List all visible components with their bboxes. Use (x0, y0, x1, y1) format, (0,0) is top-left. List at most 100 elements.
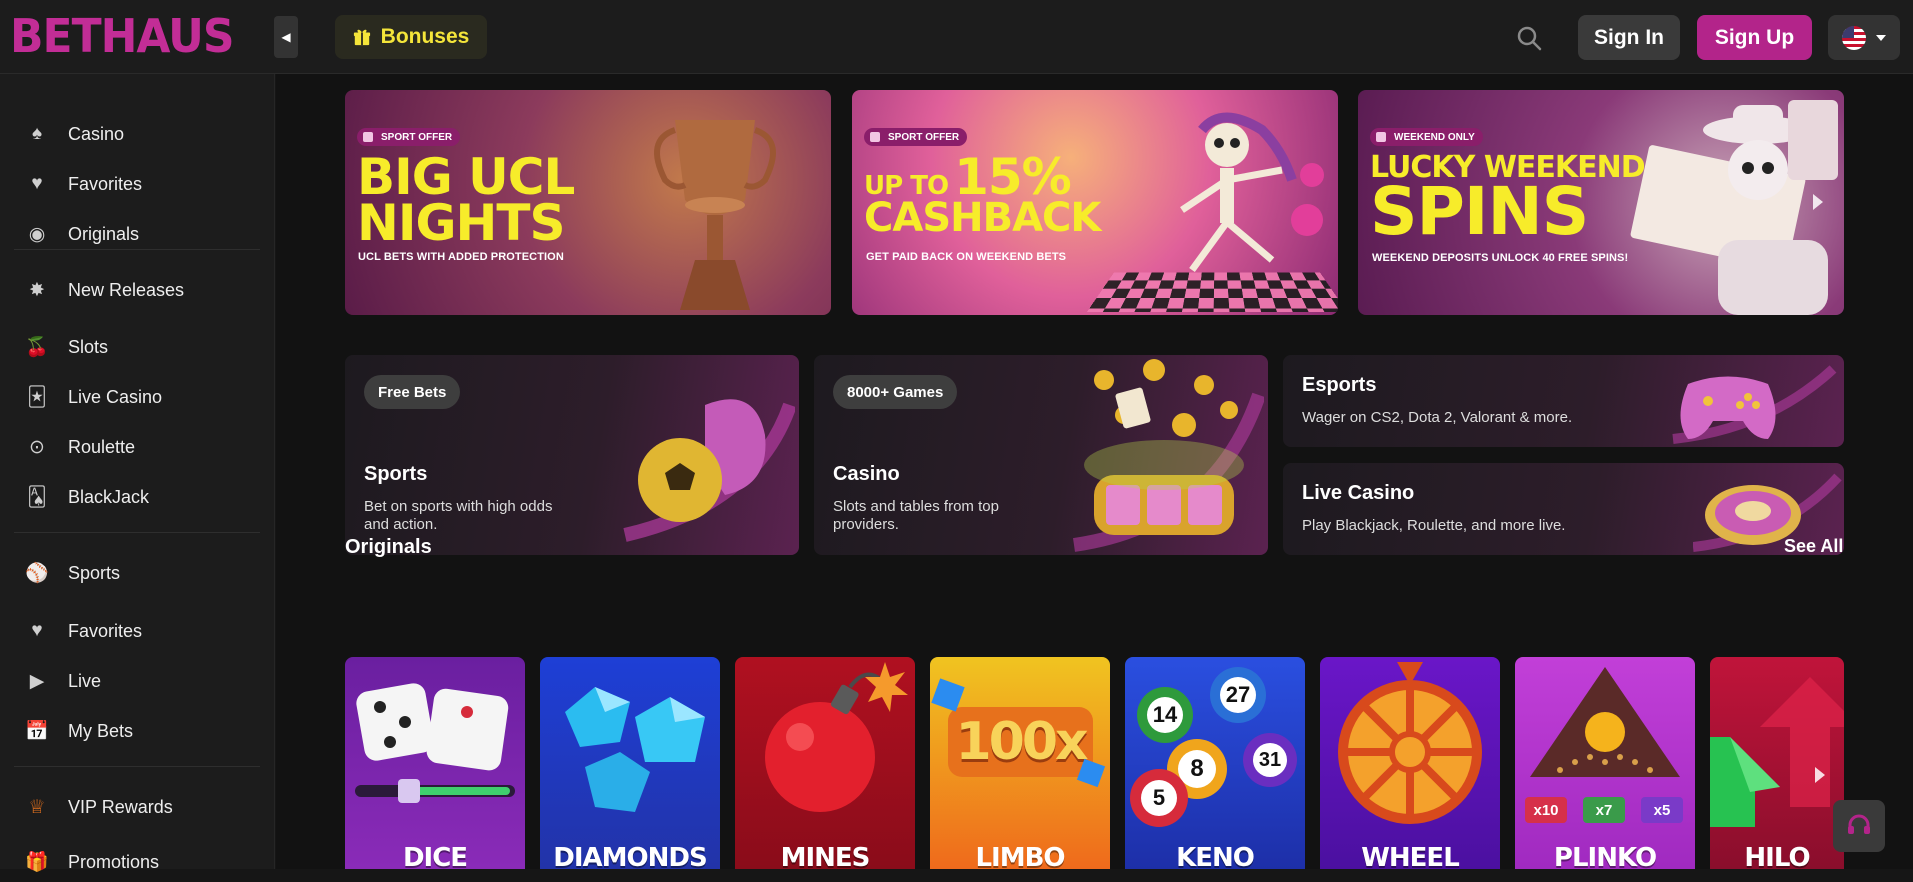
sidebar-item-label: Favorites (68, 620, 143, 641)
sidebar-item-my-bets[interactable]: 📅 My Bets (25, 711, 256, 751)
support-chat-button[interactable] (1833, 800, 1885, 852)
esports-card-desc: Wager on CS2, Dota 2, Valorant & more. (1302, 409, 1573, 426)
game-tile-name: WHEEL (1361, 843, 1460, 869)
sidebar: ♠ Casino ♥ Favorites ◉ Originals ✸ New R… (0, 74, 275, 873)
prize-wheel-image (1338, 662, 1482, 824)
sports-card-desc: Bet on sports with high odds and action. (364, 498, 553, 533)
sidebar-item-live-casino[interactable]: 🃏 Live Casino (26, 377, 256, 417)
sidebar-item-promotions[interactable]: 🎁 Promotions (25, 842, 256, 882)
sidebar-item-label: Promotions (68, 851, 160, 872)
trophy-image (654, 120, 776, 310)
bonuses-button[interactable]: Bonuses (335, 15, 487, 59)
soccer-ball-image (623, 399, 795, 542)
sidebar-collapse-button[interactable]: ◀ (274, 16, 298, 58)
sidebar-item-new-releases[interactable]: ✸ New Releases (26, 270, 256, 310)
cards-icon: 🃏 (27, 386, 47, 408)
promo-banner-cashback[interactable]: SPORT OFFER UP TO 15% CASHBACK GET PAID B… (852, 90, 1338, 315)
sidebar-divider (14, 249, 260, 250)
carousel-next-icon[interactable] (1815, 767, 1825, 783)
limbo-multiplier: 100x (948, 707, 1093, 777)
plinko-pyramid-image (1530, 667, 1680, 777)
bomb-image (765, 662, 908, 812)
sign-in-button[interactable]: Sign In (1578, 15, 1680, 60)
game-tile-wheel[interactable]: WHEEL (1320, 657, 1500, 869)
roulette-icon: ⊙ (29, 436, 45, 458)
banner-headline: BIG UCL NIGHTS (357, 152, 575, 248)
carousel-next-icon[interactable] (1813, 194, 1823, 210)
casino-card-desc: Slots and tables from top providers. (833, 498, 999, 533)
gift-icon (353, 29, 370, 46)
game-tile-name: DICE (402, 843, 468, 869)
sidebar-item-sports-favorites[interactable]: ♥ Favorites (26, 611, 256, 651)
blackjack-icon: 🂡 (27, 486, 47, 508)
promo-banner-ucl[interactable]: SPORT OFFER BIG UCL NIGHTS UCL BETS WITH… (345, 90, 831, 315)
live-casino-card-desc: Play Blackjack, Roulette, and more live. (1302, 517, 1566, 534)
plinko-multiplier: x5 (1641, 797, 1683, 823)
casino-badge: 8000+ Games (833, 375, 958, 409)
dice-image (355, 683, 515, 803)
calendar-icon: 📅 (25, 721, 49, 742)
basketball-icon: ⚾ (25, 563, 49, 584)
sidebar-item-label: Originals (68, 223, 140, 244)
banner-headline-line2: SPINS (1370, 172, 1589, 250)
hilo-arrow-image (1710, 677, 1844, 827)
originals-section-title: Originals (345, 536, 432, 558)
sidebar-item-sports[interactable]: ⚾ Sports (25, 553, 256, 593)
game-tile-plinko[interactable]: x10 x7 x5 PLINKO (1515, 657, 1695, 869)
game-tile-keno[interactable]: 14 27 8 31 5 KENO (1125, 657, 1305, 869)
game-tile-limbo[interactable]: 100x LIMBO (930, 657, 1110, 869)
casino-card[interactable]: 8000+ Games Casino Slots and tables from… (814, 355, 1268, 555)
game-tile-dice[interactable]: DICE (345, 657, 525, 869)
sidebar-item-blackjack[interactable]: 🂡 BlackJack (26, 477, 256, 517)
sidebar-item-label: Slots (68, 336, 109, 357)
game-tile-diamonds[interactable]: DIAMONDS (540, 657, 720, 869)
play-icon: ▶ (29, 670, 45, 692)
skeleton-image (1180, 112, 1324, 273)
sports-card[interactable]: Free Bets Sports Bet on sports with high… (345, 355, 799, 555)
banner-headline: UP TO 15% CASHBACK (864, 152, 1101, 241)
heart-icon: ♥ (31, 173, 43, 194)
keno-ball-number: 5 (1141, 780, 1177, 816)
top-bar: BETHAUS ◀ Bonuses Sign In Sign Up (0, 0, 1913, 74)
sidebar-item-vip-rewards[interactable]: ♕ VIP Rewards (26, 787, 256, 827)
sidebar-item-slots[interactable]: 🍒 Slots (25, 327, 256, 367)
sidebar-item-favorites[interactable]: ♥ Favorites (26, 164, 256, 204)
sidebar-item-label: Live (68, 670, 102, 691)
sidebar-item-originals[interactable]: ◉ Originals (26, 214, 256, 254)
bethaus-logo[interactable]: BETHAUS (10, 9, 235, 63)
diamond-gems-image (565, 687, 705, 812)
keno-ball: 14 (1137, 687, 1193, 743)
headset-icon (1848, 814, 1870, 834)
sidebar-item-live[interactable]: ▶ Live (26, 661, 256, 701)
game-tile-name: MINES (780, 843, 871, 869)
cherry-icon: 🍒 (25, 337, 49, 358)
sign-up-button[interactable]: Sign Up (1697, 15, 1812, 60)
search-icon[interactable] (1515, 24, 1543, 52)
crown-icon: ♕ (28, 796, 46, 818)
banner-tag: WEEKEND ONLY (1370, 128, 1483, 146)
heart-icon: ♥ (31, 620, 43, 641)
game-tile-name: LIMBO (975, 843, 1065, 869)
game-tile-mines[interactable]: MINES (735, 657, 915, 869)
sidebar-item-roulette[interactable]: ⊙ Roulette (26, 427, 256, 467)
keno-ball-number: 27 (1220, 677, 1256, 713)
game-tile-name: KENO (1176, 843, 1255, 869)
sidebar-item-label: My Bets (68, 720, 134, 741)
sidebar-item-label: Favorites (68, 173, 143, 194)
see-all-link[interactable]: See All (1784, 536, 1843, 557)
esports-card[interactable]: Esports Wager on CS2, Dota 2, Valorant &… (1283, 355, 1844, 447)
game-tile-name: HILO (1744, 843, 1810, 869)
banner-headline-line2: CASHBACK (864, 195, 1101, 241)
game-tile-hilo[interactable]: HILO (1710, 657, 1844, 869)
plinko-multiplier: x10 (1525, 797, 1567, 823)
promo-banner-weekend-spins[interactable]: WEEKEND ONLY LUCKY WEEKEND SPINS WEEKEND… (1358, 90, 1844, 315)
sidebar-item-label: Casino (68, 123, 125, 144)
sidebar-item-casino[interactable]: ♠ Casino (26, 114, 256, 154)
banner-tag: SPORT OFFER (357, 128, 461, 146)
sidebar-item-label: Sports (68, 562, 121, 583)
sidebar-divider (14, 532, 260, 533)
live-casino-card[interactable]: Live Casino Play Blackjack, Roulette, an… (1283, 463, 1844, 555)
bonuses-label: Bonuses (380, 25, 470, 48)
language-selector[interactable] (1828, 15, 1900, 60)
keno-ball: 27 (1210, 667, 1266, 723)
